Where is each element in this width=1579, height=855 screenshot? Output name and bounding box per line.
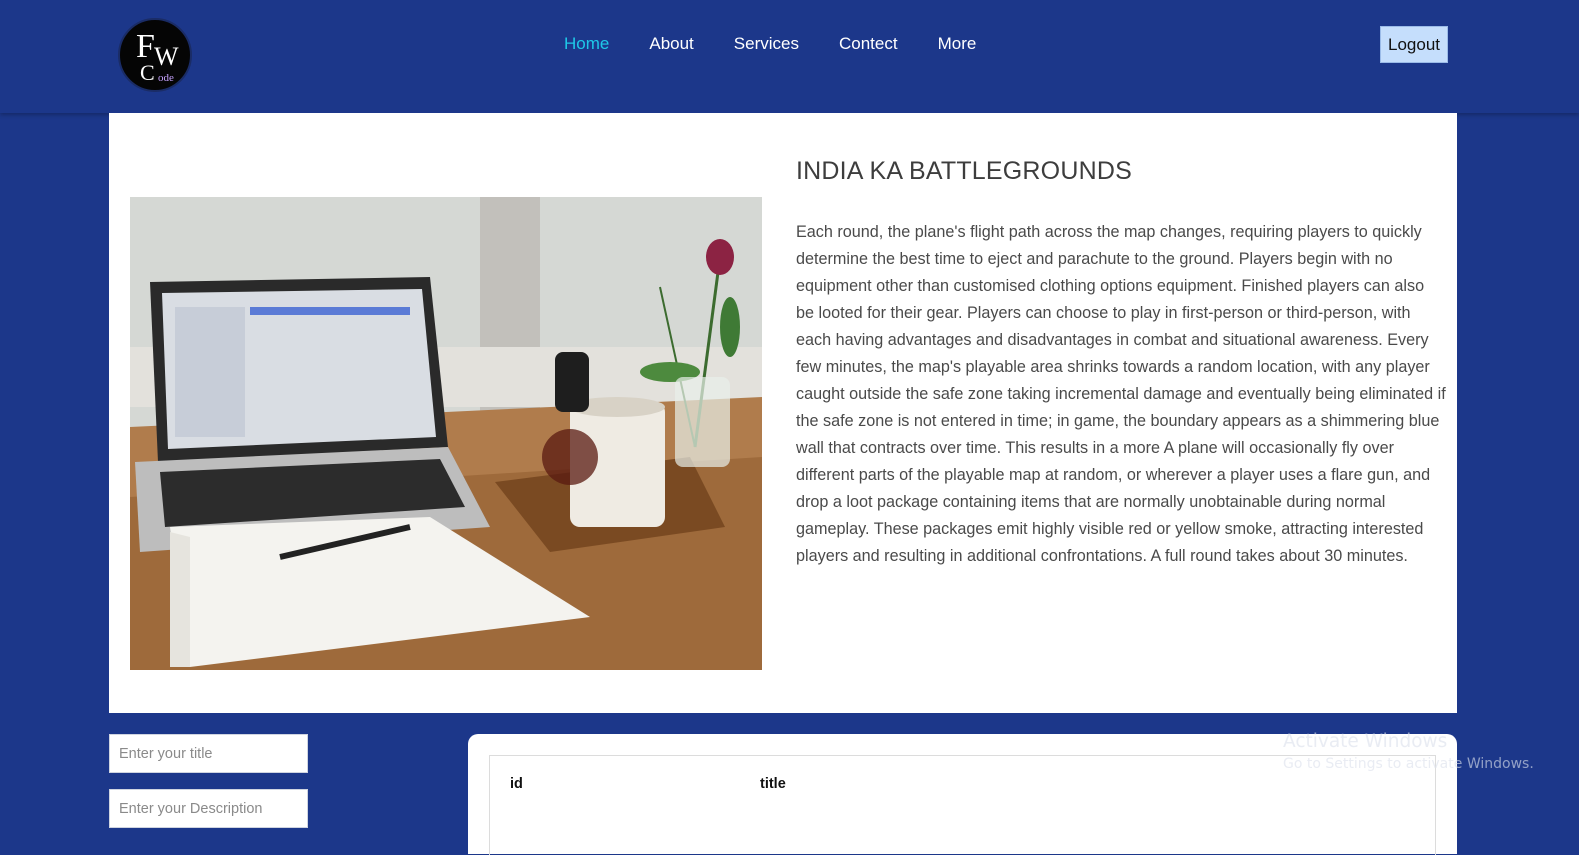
- description-input[interactable]: [109, 789, 308, 828]
- table-header-title[interactable]: title: [760, 776, 786, 792]
- main-nav: Home About Services Contect More: [564, 34, 1016, 54]
- navbar: F W C ode Home About Services Contect Mo…: [0, 0, 1579, 113]
- hero-section: INDIA KA BATTLEGROUNDS Each round, the p…: [109, 113, 1457, 713]
- nav-link-about[interactable]: About: [649, 34, 693, 54]
- nav-link-home[interactable]: Home: [564, 34, 609, 54]
- logo-mark: F W C ode: [136, 28, 179, 85]
- hero-image: [130, 197, 762, 670]
- nav-link-services[interactable]: Services: [734, 34, 799, 54]
- watermark-title: Activate Windows: [1283, 731, 1448, 752]
- logout-button[interactable]: Logout: [1380, 26, 1448, 63]
- nav-link-contect[interactable]: Contect: [839, 34, 898, 54]
- windows-activation-watermark: Activate Windows Go to Settings to activ…: [1283, 731, 1534, 772]
- table-header-id[interactable]: id: [510, 776, 523, 792]
- laptop-desk-photo: [130, 197, 762, 670]
- hero-description: Each round, the plane's flight path acro…: [796, 223, 1446, 565]
- watermark-subtitle: Go to Settings to activate Windows.: [1283, 756, 1534, 772]
- site-logo[interactable]: F W C ode: [118, 18, 192, 92]
- hero-title: INDIA KA BATTLEGROUNDS: [796, 157, 1132, 185]
- nav-link-more[interactable]: More: [938, 34, 977, 54]
- title-input[interactable]: [109, 734, 308, 773]
